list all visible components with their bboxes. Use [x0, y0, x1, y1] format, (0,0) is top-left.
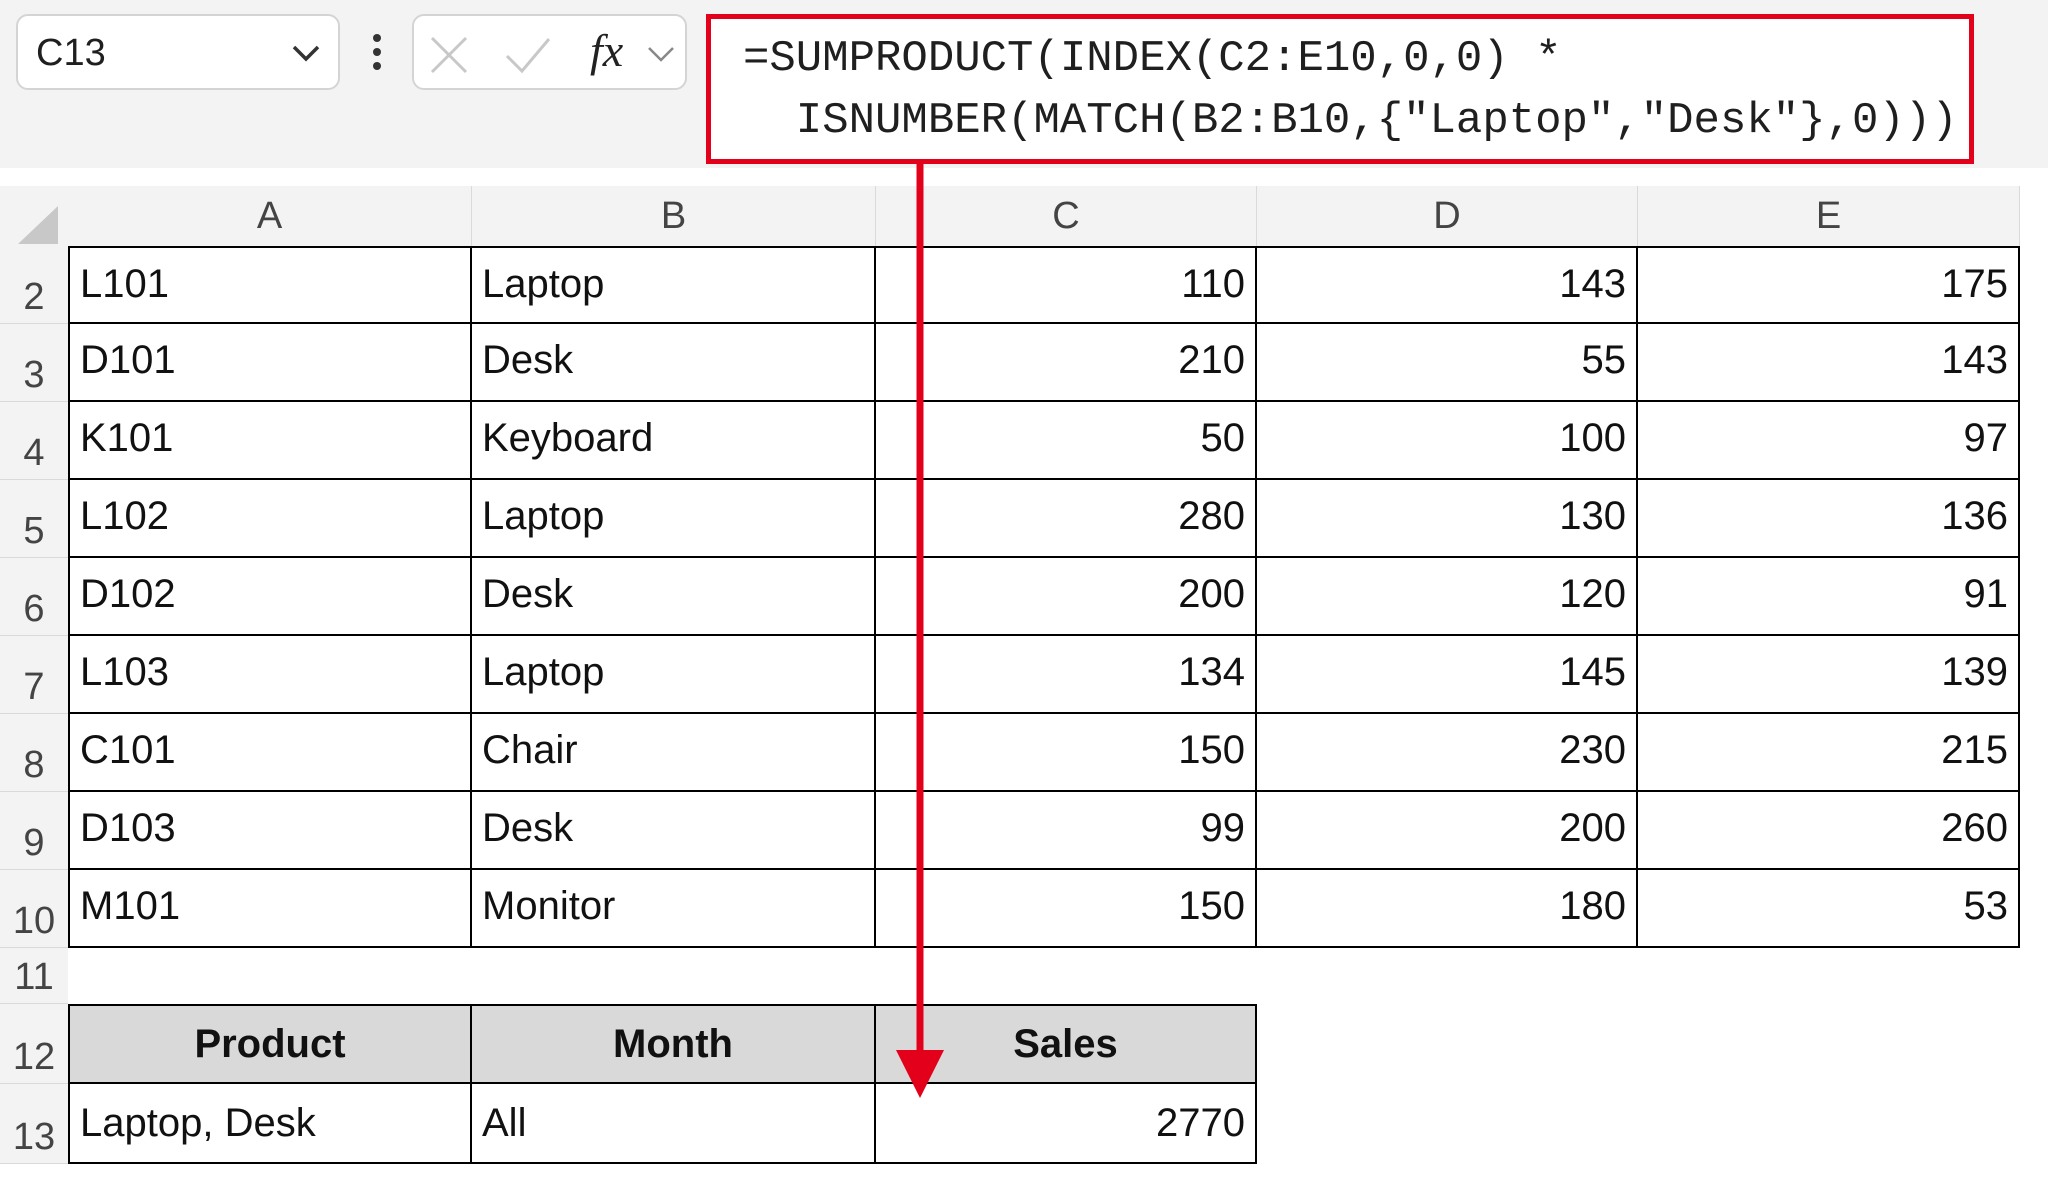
cell-d9[interactable]: 200: [1257, 792, 1638, 870]
row-number: 5: [23, 510, 45, 552]
cell-e7[interactable]: 139: [1638, 636, 2020, 714]
cell-e4[interactable]: 97: [1638, 402, 2020, 480]
cell-b6[interactable]: Desk: [472, 558, 876, 636]
summary-header-product[interactable]: Product: [68, 1004, 472, 1084]
row-header[interactable]: 12: [0, 1004, 68, 1084]
column-header-c[interactable]: C: [876, 186, 1257, 246]
chevron-down-icon[interactable]: [288, 38, 324, 68]
cell-a10[interactable]: M101: [68, 870, 472, 948]
row-number: 2: [23, 276, 45, 318]
cell-a2[interactable]: L101: [68, 246, 472, 324]
worksheet-grid: A B C D E 2 3 4 5 6 7 8 9 10 11 12 13 L1…: [0, 186, 2048, 1179]
row-header[interactable]: 13: [0, 1084, 68, 1164]
row-number: 11: [14, 956, 54, 998]
cell-a13[interactable]: Laptop, Desk: [68, 1084, 472, 1164]
select-all-icon[interactable]: [18, 206, 58, 244]
cell-c2[interactable]: 110: [876, 246, 1257, 324]
cell-e3[interactable]: 143: [1638, 324, 2020, 402]
cell-c6[interactable]: 200: [876, 558, 1257, 636]
cell-a4[interactable]: K101: [68, 402, 472, 480]
row-number: 8: [23, 744, 45, 786]
row-header[interactable]: 3: [0, 324, 68, 402]
column-header-a[interactable]: A: [68, 186, 472, 246]
cell-d7[interactable]: 145: [1257, 636, 1638, 714]
cell-a5[interactable]: L102: [68, 480, 472, 558]
row-number: 3: [23, 354, 45, 396]
column-header-d[interactable]: D: [1257, 186, 1638, 246]
cell-e2[interactable]: 175: [1638, 246, 2020, 324]
row-header[interactable]: 8: [0, 714, 68, 792]
name-box[interactable]: C13: [16, 14, 340, 90]
cell-a3[interactable]: D101: [68, 324, 472, 402]
select-all-corner[interactable]: [0, 186, 68, 246]
cell-e8[interactable]: 215: [1638, 714, 2020, 792]
row-number: 7: [23, 666, 45, 708]
cell-e6[interactable]: 91: [1638, 558, 2020, 636]
formula-line-2: ISNUMBER(MATCH(B2:B10,{"Laptop","Desk"},…: [743, 96, 1958, 146]
cell-b9[interactable]: Desk: [472, 792, 876, 870]
formula-controls: fx: [412, 14, 687, 90]
cell-d6[interactable]: 120: [1257, 558, 1638, 636]
cell-e9[interactable]: 260: [1638, 792, 2020, 870]
cell-d10[interactable]: 180: [1257, 870, 1638, 948]
row-header[interactable]: 2: [0, 246, 68, 324]
enter-check-icon[interactable]: [504, 34, 552, 76]
cell-c13-selected[interactable]: 2770: [876, 1084, 1257, 1164]
summary-header-sales[interactable]: Sales: [876, 1004, 1257, 1084]
cell-b13[interactable]: All: [472, 1084, 876, 1164]
row-header[interactable]: 5: [0, 480, 68, 558]
row-header[interactable]: 11: [0, 948, 68, 1004]
row-header[interactable]: 9: [0, 792, 68, 870]
row-number: 13: [12, 1116, 56, 1158]
cell-e5[interactable]: 136: [1638, 480, 2020, 558]
cell-a9[interactable]: D103: [68, 792, 472, 870]
insert-function-icon[interactable]: fx: [590, 24, 623, 77]
cell-c4[interactable]: 50: [876, 402, 1257, 480]
cell-c10[interactable]: 150: [876, 870, 1257, 948]
cell-e10[interactable]: 53: [1638, 870, 2020, 948]
cell-d3[interactable]: 55: [1257, 324, 1638, 402]
column-header-b[interactable]: B: [472, 186, 876, 246]
cancel-icon[interactable]: [428, 34, 470, 76]
cell-d5[interactable]: 130: [1257, 480, 1638, 558]
formula-input[interactable]: =SUMPRODUCT(INDEX(C2:E10,0,0) * ISNUMBER…: [706, 14, 1974, 164]
cell-c7[interactable]: 134: [876, 636, 1257, 714]
row-header[interactable]: 6: [0, 558, 68, 636]
cell-a8[interactable]: C101: [68, 714, 472, 792]
summary-header-month[interactable]: Month: [472, 1004, 876, 1084]
cell-b4[interactable]: Keyboard: [472, 402, 876, 480]
row-number: 10: [12, 900, 56, 942]
name-box-value: C13: [36, 32, 106, 74]
more-options-icon[interactable]: [370, 30, 384, 74]
row-number: 4: [23, 432, 45, 474]
formula-line-1: =SUMPRODUCT(INDEX(C2:E10,0,0) *: [743, 34, 1562, 84]
row-number: 6: [23, 588, 45, 630]
cell-b7[interactable]: Laptop: [472, 636, 876, 714]
cell-b5[interactable]: Laptop: [472, 480, 876, 558]
cell-a6[interactable]: D102: [68, 558, 472, 636]
cell-c3[interactable]: 210: [876, 324, 1257, 402]
cell-b3[interactable]: Desk: [472, 324, 876, 402]
row-number: 12: [12, 1036, 56, 1078]
cell-d8[interactable]: 230: [1257, 714, 1638, 792]
chevron-down-icon[interactable]: [646, 42, 676, 66]
cell-b2[interactable]: Laptop: [472, 246, 876, 324]
cell-d2[interactable]: 143: [1257, 246, 1638, 324]
row-header[interactable]: 4: [0, 402, 68, 480]
cell-c5[interactable]: 280: [876, 480, 1257, 558]
column-header-e[interactable]: E: [1638, 186, 2020, 246]
cell-b8[interactable]: Chair: [472, 714, 876, 792]
cell-c8[interactable]: 150: [876, 714, 1257, 792]
row-number: 9: [23, 822, 45, 864]
row-header[interactable]: 7: [0, 636, 68, 714]
row-header[interactable]: 10: [0, 870, 68, 948]
cell-b10[interactable]: Monitor: [472, 870, 876, 948]
cell-a7[interactable]: L103: [68, 636, 472, 714]
cell-c9[interactable]: 99: [876, 792, 1257, 870]
cell-d4[interactable]: 100: [1257, 402, 1638, 480]
